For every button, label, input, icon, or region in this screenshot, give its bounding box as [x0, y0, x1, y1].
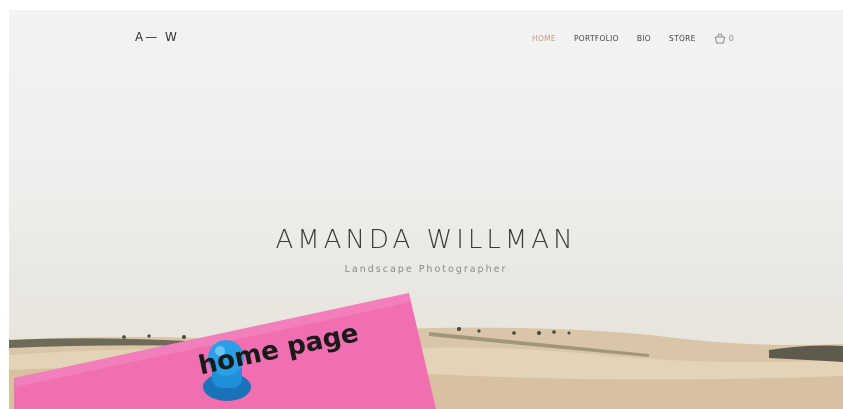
- site-logo[interactable]: A— W: [135, 30, 179, 44]
- cart-button[interactable]: 0: [714, 33, 734, 44]
- main-nav: HOME PORTFOLIO BIO STORE 0: [532, 33, 734, 44]
- hero-section: A— W HOME PORTFOLIO BIO STORE 0 AMANDA W…: [9, 10, 843, 409]
- cart-count: 0: [728, 34, 735, 43]
- nav-portfolio[interactable]: PORTFOLIO: [574, 34, 619, 43]
- shopping-bag-icon: [714, 33, 725, 44]
- nav-store[interactable]: STORE: [669, 34, 696, 43]
- nav-home[interactable]: HOME: [532, 34, 556, 43]
- page-subtitle: Landscape Photographer: [344, 264, 508, 275]
- landscape-photo: [9, 327, 843, 409]
- nav-bio[interactable]: BIO: [637, 34, 651, 43]
- page-title: AMANDA WILLMAN: [275, 225, 577, 255]
